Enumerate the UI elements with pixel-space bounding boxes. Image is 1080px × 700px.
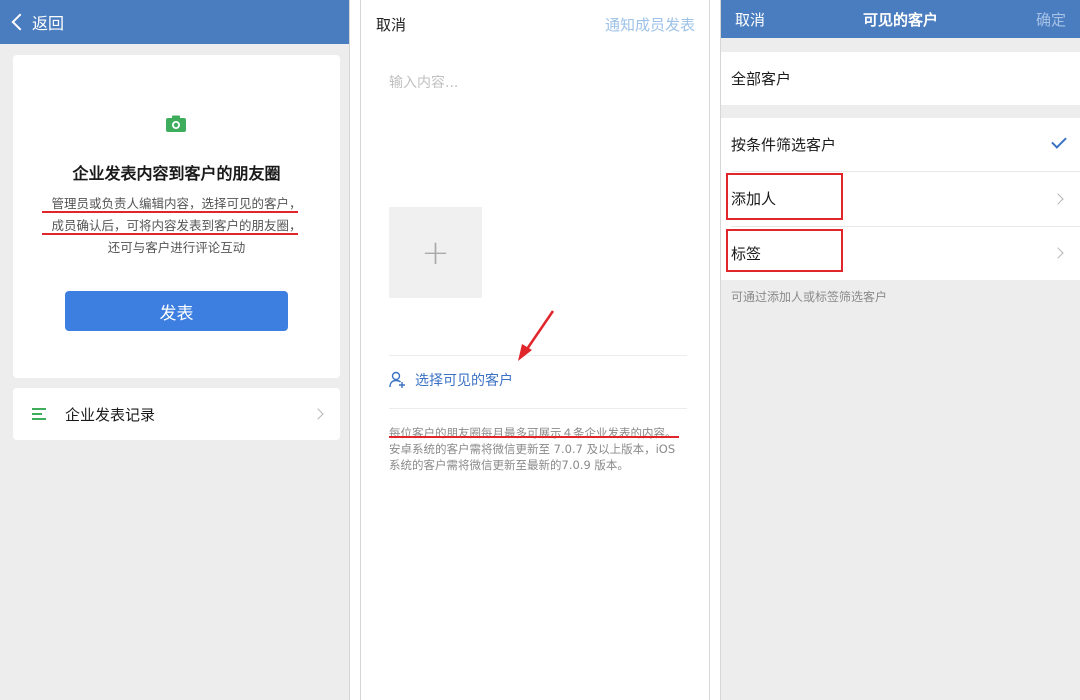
add-user-icon — [389, 371, 405, 388]
plus-icon: + — [421, 232, 450, 273]
publish-button[interactable]: 发表 — [65, 291, 288, 331]
page-title: 可见的客户 — [862, 11, 938, 29]
list-icon — [32, 408, 46, 420]
publish-record-row[interactable]: 企业发表记录 — [13, 388, 340, 440]
notify-members-button[interactable]: 通知成员发表 — [605, 14, 695, 35]
divider — [389, 408, 687, 409]
add-image-button[interactable]: + — [389, 207, 482, 298]
red-underline — [42, 211, 298, 213]
select-visible-customers[interactable]: 选择可见的客户 — [389, 370, 513, 390]
cancel-button[interactable]: 取消 — [376, 14, 406, 35]
chevron-right-icon — [312, 408, 324, 420]
red-highlight-box — [726, 229, 843, 272]
option-filter-customers[interactable]: 按条件筛选客户 — [721, 118, 1080, 171]
red-underline — [389, 436, 679, 438]
select-visible-label: 选择可见的客户 — [415, 373, 513, 389]
intro-description: 管理员或负责人编辑内容，选择可见的客户， 成员确认后，可将内容发表到客户的朋友圈… — [13, 193, 340, 259]
publish-record-label: 企业发表记录 — [65, 405, 156, 424]
panel-publish-intro: 返回 企业发表内容到客户的朋友圈 管理员或负责人编辑内容，选择可见的客户， 成员… — [0, 0, 350, 700]
content-input[interactable]: 输入内容... — [389, 72, 458, 92]
back-chevron-icon[interactable] — [11, 13, 29, 31]
panel-visible-customers: 取消 可见的客户 确定 全部客户 按条件筛选客户 添加人 标签 可通过添加人或标… — [720, 0, 1080, 700]
option-label: 全部客户 — [731, 70, 792, 88]
red-underline — [42, 233, 298, 235]
visible-nav-bar: 取消 可见的客户 确定 — [721, 0, 1080, 38]
back-button[interactable]: 返回 — [32, 10, 64, 34]
camera-icon — [166, 115, 186, 132]
filter-hint: 可通过添加人或标签筛选客户 — [731, 290, 888, 304]
red-highlight-box — [726, 173, 843, 220]
intro-headline: 企业发表内容到客户的朋友圈 — [72, 164, 281, 183]
desc-line-3: 还可与客户进行评论互动 — [107, 240, 246, 255]
nav-bar: 返回 — [0, 0, 349, 44]
red-arrow-icon — [518, 310, 555, 361]
option-label: 按条件筛选客户 — [731, 136, 837, 154]
confirm-button[interactable]: 确定 — [1036, 9, 1066, 30]
option-all-customers[interactable]: 全部客户 — [721, 52, 1080, 105]
visibility-note: 每位客户的朋友圈每月最多可展示４条企业发表的内容。安卓系统的客户需将微信更新至 … — [389, 426, 677, 472]
compose-nav-bar: 取消 通知成员发表 — [361, 0, 709, 48]
